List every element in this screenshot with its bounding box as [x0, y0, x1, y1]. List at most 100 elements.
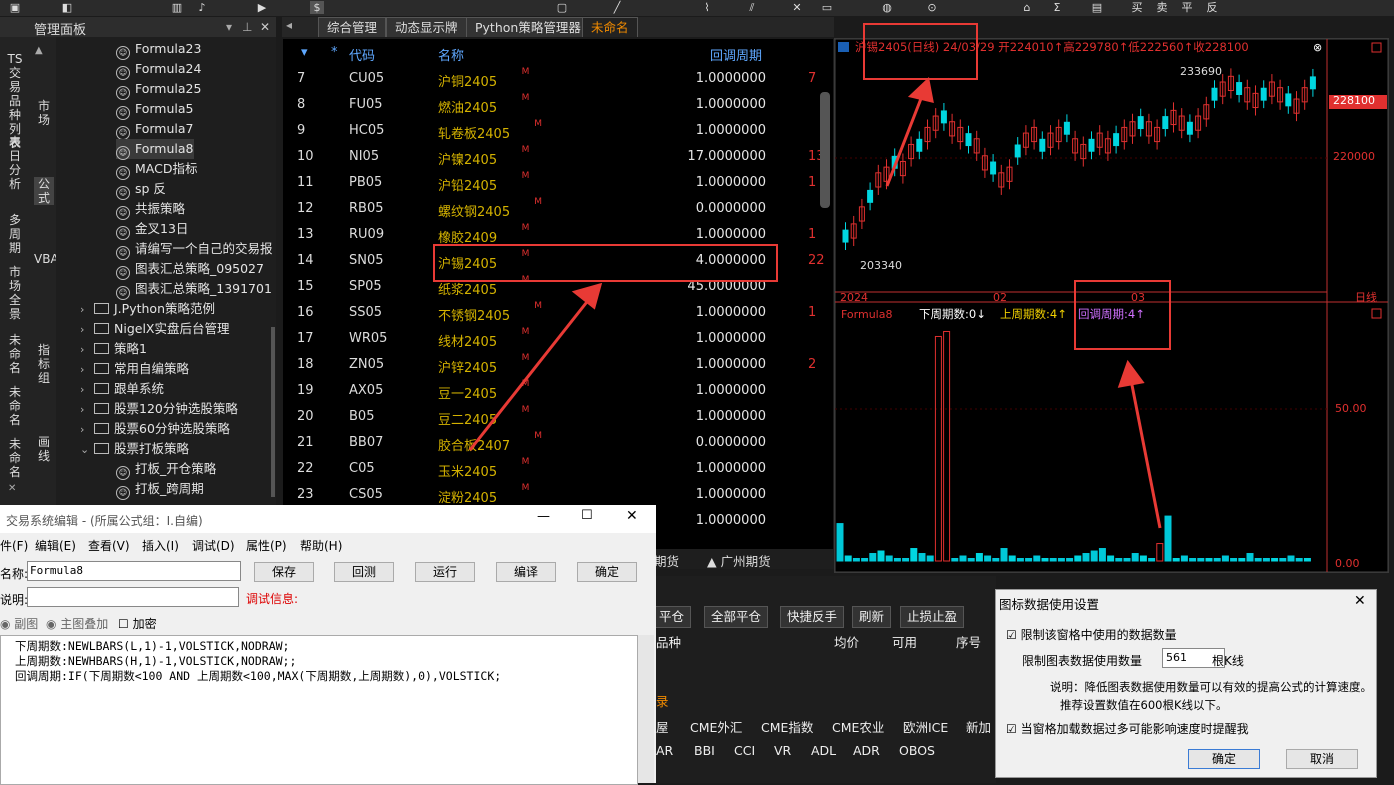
close-icon[interactable]: ✕ [260, 20, 270, 34]
indicator-tab[interactable]: BBI [694, 743, 715, 758]
tree-formula[interactable]: ☺ MACD指标 [116, 159, 197, 180]
list-row[interactable]: 18 ZN05 沪锌2405 1.0000000 2 M [283, 352, 833, 378]
vtab-item[interactable]: 多周期 [5, 213, 25, 255]
tree-formula[interactable]: ☺ 金叉13日 [116, 219, 188, 240]
menu-debug[interactable]: 调试(D) [192, 537, 235, 554]
draw-tool-icon[interactable]: ⌇ [700, 1, 714, 14]
list-row[interactable]: 16 SS05 不锈钢2405 1.0000000 1 M [283, 300, 833, 326]
tree-scrollbar[interactable] [271, 327, 275, 497]
compile-button[interactable]: 编译 [496, 562, 556, 582]
pin-icon[interactable]: ⊥ [242, 20, 252, 34]
list-row[interactable]: 11 PB05 沪铅2405 1.0000000 1 M [283, 170, 833, 196]
category-tab-market[interactable]: 市场 [34, 99, 54, 127]
market-tab-sg[interactable]: 新加 [966, 717, 991, 736]
minimize-icon[interactable]: — [537, 509, 550, 524]
vtab-item[interactable]: 表日分析 [5, 135, 25, 191]
expand-icon[interactable]: › [80, 360, 90, 380]
tree-formula[interactable]: ☺ 共振策略 [116, 199, 185, 220]
header-period[interactable]: 回调周期 [710, 45, 762, 64]
play-icon[interactable]: ▶ [255, 1, 269, 14]
list-row[interactable]: 21 BB07 胶合板2407 0.0000000 M [283, 430, 833, 456]
scroll-up-icon[interactable]: ▲ [35, 45, 43, 56]
list-scrollbar[interactable] [820, 92, 830, 208]
draw-line-icon[interactable]: ╱ [610, 1, 624, 14]
vtab-item[interactable]: 未命名 [5, 385, 25, 427]
tree-formula[interactable]: ☺ 图表汇总策略_095027 [116, 259, 264, 280]
stop-loss-button[interactable]: 止损止盈 [900, 606, 965, 628]
toolbar-icon[interactable]: ◧ [60, 1, 74, 14]
tree-formula[interactable]: ☺ Formula8 [116, 139, 194, 160]
close-icon[interactable]: ✕ [1354, 593, 1366, 609]
tree-formula[interactable]: ☺ 打板_开仓策略 [116, 459, 216, 480]
list-row[interactable]: 17 WR05 线材2405 1.0000000 M [283, 326, 833, 352]
expand-icon[interactable]: › [80, 340, 90, 360]
tab-scroll-left-icon[interactable]: ◂ [286, 18, 292, 32]
list-row[interactable]: 20 B05 豆二2405 1.0000000 M [283, 404, 833, 430]
draw-tool-icon[interactable]: ▭ [820, 1, 834, 14]
tree-formula[interactable]: ☺ 图表汇总策略_1391701 [116, 279, 272, 300]
encrypt-checkbox[interactable]: ☐ 加密 [118, 615, 157, 632]
close-position-button[interactable]: 平仓 [652, 606, 692, 628]
tree-formula[interactable]: ☺ Formula23 [116, 39, 201, 60]
list-row[interactable]: 12 RB05 螺纹钢2405 0.0000000 M [283, 196, 833, 222]
list-row[interactable]: 10 NI05 沪镍2405 17.0000000 13 M [283, 144, 833, 170]
market-tab-cme-fx[interactable]: 屋 [656, 717, 669, 736]
tree-folder[interactable]: › 股票120分钟选股策略 [80, 399, 238, 419]
vtab-item[interactable]: 未命名 [5, 437, 25, 479]
limit-checkbox[interactable]: ☑ 限制该窗格中使用的数据数量 [1006, 626, 1177, 643]
draw-tool-icon[interactable]: ⌂ [1020, 1, 1034, 14]
market-tab-futures[interactable]: 期货 [654, 551, 679, 570]
radio-overlay[interactable]: ◉ 主图叠加 [46, 615, 108, 632]
tree-folder[interactable]: › J.Python策略范例 [80, 299, 215, 319]
warn-checkbox[interactable]: ☑ 当窗格加载数据过多可能影响速度时提醒我 [1006, 720, 1249, 737]
tree-folder[interactable]: › 策略1 [80, 339, 147, 359]
market-tab-guangzhou[interactable]: ▲ 广州期货 [707, 551, 771, 570]
indicator-tab[interactable]: OBOS [899, 743, 935, 758]
code-editor[interactable]: 下周期数:NEWLBARS(L,1)-1,VOLSTICK,NODRAW; 上周期… [0, 635, 638, 785]
cancel-button[interactable]: 取消 [1286, 749, 1358, 769]
quick-reverse-button[interactable]: 快捷反手 [780, 606, 845, 628]
formula-name-input[interactable]: Formula8 [27, 561, 241, 581]
market-tab-cme-fx[interactable]: CME外汇 [690, 717, 742, 736]
list-row[interactable]: 22 C05 玉米2405 1.0000000 M [283, 456, 833, 482]
menu-edit[interactable]: 编辑(E) [35, 537, 76, 554]
draw-tool-icon[interactable]: Σ [1050, 1, 1064, 14]
tab-unnamed[interactable]: 未命名 [582, 17, 638, 37]
toolbar-icon[interactable]: ▣ [8, 1, 22, 14]
tree-formula[interactable]: ☺ 打板_跨周期 [116, 479, 204, 500]
ok-button[interactable]: 确定 [1188, 749, 1260, 769]
category-tab-drawing[interactable]: 画线 [34, 435, 54, 463]
menu-properties[interactable]: 属性(P) [246, 537, 287, 554]
close-all-button[interactable]: 全部平仓 [704, 606, 769, 628]
menu-file[interactable]: 件(F) [0, 537, 28, 554]
tree-formula[interactable]: ☺ Formula25 [116, 79, 201, 100]
indicator-tab[interactable]: ADL [811, 743, 836, 758]
maximize-icon[interactable]: ☐ [581, 508, 593, 523]
refresh-button[interactable]: 刷新 [852, 606, 892, 628]
sort-icon[interactable]: ▾ [301, 45, 308, 60]
tree-folder[interactable]: › NigelX实盘后台管理 [80, 319, 230, 339]
header-name[interactable]: 名称 [438, 45, 464, 64]
backtest-button[interactable]: 回测 [334, 562, 394, 582]
list-row[interactable]: 9 HC05 轧卷板2405 1.0000000 M [283, 118, 833, 144]
collapse-icon[interactable]: ⌄ [80, 440, 90, 460]
tree-formula[interactable]: ☺ Formula5 [116, 99, 194, 120]
market-tab-cme-agri[interactable]: CME农业 [832, 717, 884, 736]
bell-icon[interactable]: ♪ [195, 1, 209, 14]
description-input[interactable] [27, 587, 239, 607]
draw-tool-icon[interactable]: ⊙ [925, 1, 939, 14]
run-button[interactable]: 运行 [415, 562, 475, 582]
tree-formula[interactable]: ☺ Formula7 [116, 119, 194, 140]
draw-tool-icon[interactable]: ⫽ [745, 1, 759, 14]
category-tab-indicator-group[interactable]: 指标组 [34, 343, 54, 385]
dollar-icon[interactable]: $ [310, 1, 324, 14]
tab-comprehensive[interactable]: 综合管理 [318, 17, 387, 37]
records-tab[interactable]: 录 [656, 691, 669, 710]
list-row[interactable]: 8 FU05 燃油2405 1.0000000 M [283, 92, 833, 118]
draw-tool-icon[interactable]: ▤ [1090, 1, 1104, 14]
ok-button[interactable]: 确定 [577, 562, 637, 582]
tree-formula[interactable]: ☺ 请编写一个自己的交易报 [116, 239, 273, 260]
indicator-tab[interactable]: VR [774, 743, 791, 758]
tree-folder[interactable]: › 股票60分钟选股策略 [80, 419, 230, 439]
chart-icon[interactable]: ▥ [170, 1, 184, 14]
